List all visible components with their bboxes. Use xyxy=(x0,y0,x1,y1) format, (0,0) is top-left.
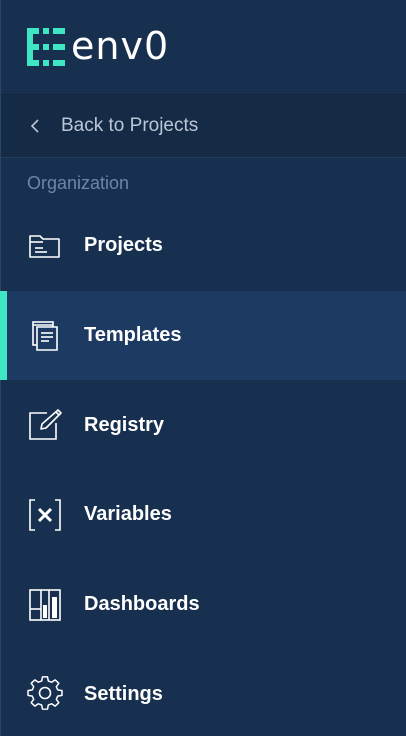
nav-label-settings: Settings xyxy=(84,682,163,705)
nav-item-settings[interactable]: Settings xyxy=(1,649,406,736)
nav-item-dashboards[interactable]: Dashboards xyxy=(1,560,406,650)
chevron-left-icon xyxy=(30,119,39,133)
logo-bar: env0 xyxy=(1,0,406,94)
active-indicator xyxy=(0,290,7,381)
nav-item-variables[interactable]: Variables xyxy=(1,470,406,560)
nav-label-projects: Projects xyxy=(84,234,163,257)
dashboard-icon xyxy=(27,587,63,623)
back-to-projects-link[interactable]: Back to Projects xyxy=(1,94,406,158)
nav-item-projects[interactable]: Projects xyxy=(1,201,406,291)
back-link-label: Back to Projects xyxy=(61,115,199,136)
brand-name: env0 xyxy=(71,24,170,68)
nav-label-variables: Variables xyxy=(84,503,172,526)
gear-icon xyxy=(27,676,63,712)
nav-label-dashboards: Dashboards xyxy=(84,593,200,616)
edit-square-icon xyxy=(27,407,63,443)
sidebar: env0 Back to Projects Organization Proje… xyxy=(0,0,406,736)
env0-logo-icon xyxy=(27,28,65,66)
folder-icon xyxy=(27,228,63,264)
templates-icon xyxy=(27,318,63,354)
variables-icon xyxy=(27,497,63,533)
nav-label-templates: Templates xyxy=(84,324,182,347)
nav-label-registry: Registry xyxy=(84,413,165,436)
nav-item-registry[interactable]: Registry xyxy=(1,380,406,470)
nav-item-templates[interactable]: Templates xyxy=(0,290,406,381)
